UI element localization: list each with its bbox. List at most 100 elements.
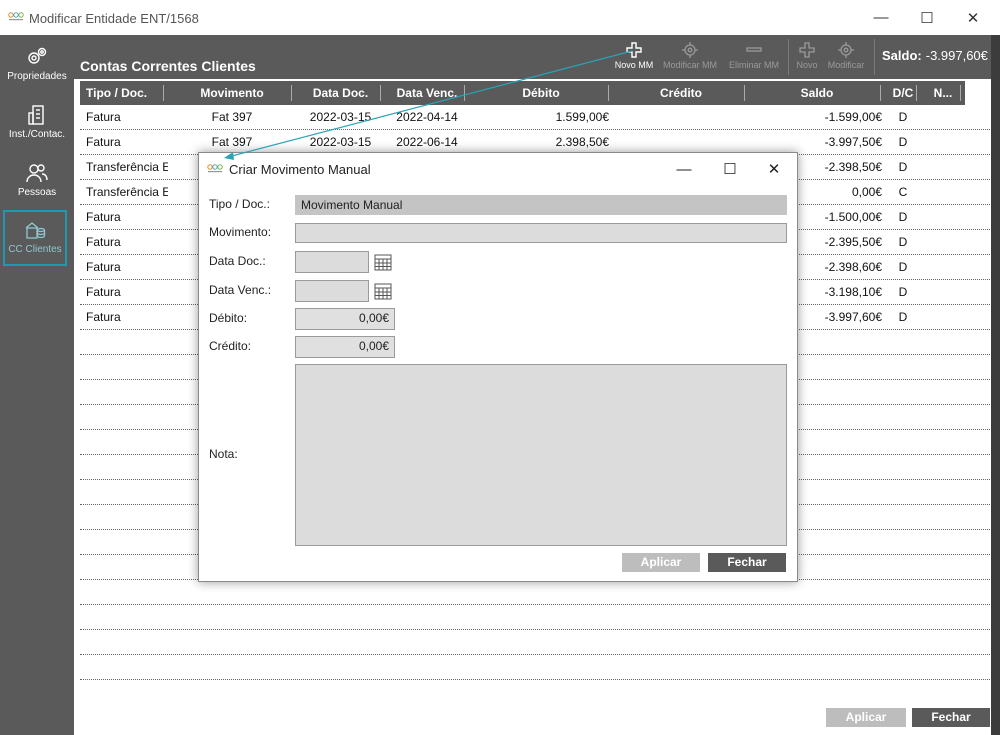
cell-dc: D [898,285,908,299]
sidebar: Propriedades Inst./Contac. Pessoas CC Cl… [0,35,74,735]
tipo-field: Movimento Manual [295,195,787,215]
table-row[interactable] [80,580,992,605]
main-header: Contas Correntes Clientes Novo MM Modifi… [74,35,1000,79]
gear-icon [838,42,854,58]
plus-icon [626,42,642,58]
close-icon[interactable]: ✕ [751,153,797,185]
app-logo-icon [207,164,223,173]
aplicar-button[interactable]: Aplicar [826,708,906,727]
sidebar-item-label: CC Clientes [8,244,62,255]
novo-mm-button[interactable]: Novo MM [610,39,658,77]
window-title: Modificar Entidade ENT/1568 [29,11,199,26]
table-row[interactable] [80,605,992,630]
movimento-field[interactable] [295,223,787,243]
cell-dc: D [898,210,908,224]
sidebar-item-pessoas[interactable]: Pessoas [0,155,74,211]
sidebar-item-propriedades[interactable]: Propriedades [0,39,74,95]
data-doc-label: Data Doc.: [209,254,266,268]
sidebar-item-cc-clientes[interactable]: CC Clientes [3,210,67,266]
minus-icon [746,47,762,52]
col-header-empty [965,81,992,105]
cell-dvenc: 2022-06-14 [396,135,458,149]
eliminar-mm-button[interactable]: Eliminar MM [724,39,784,77]
gear-cog-icon [28,47,47,64]
col-header-saldo[interactable]: Saldo [749,81,885,105]
plus-icon [799,42,815,58]
minimize-icon[interactable]: — [661,153,707,185]
credito-field[interactable]: 0,00€ [295,336,395,358]
col-header-dc[interactable]: D/C [885,81,921,105]
table-row[interactable]: Fatura Fat 397 2022-03-15 2022-04-14 1.599,0… [80,105,992,130]
criar-movimento-dialog: Criar Movimento Manual — ☐ ✕ Tipo / Doc.… [198,152,798,582]
cell-dc: D [898,235,908,249]
cell-dc: D [898,310,908,324]
col-header-credito[interactable]: Crédito [613,81,749,105]
background-window-edge [991,35,1000,735]
col-header-data-doc[interactable]: Data Doc. [296,81,385,105]
cell-tipo: Fatura [86,235,121,249]
dialog-title: Criar Movimento Manual [229,162,371,177]
fechar-button[interactable]: Fechar [912,708,990,727]
modificar-mm-button[interactable]: Modificar MM [660,39,720,77]
gear-icon [682,42,698,58]
debito-label: Débito: [209,311,248,325]
data-doc-field[interactable] [295,251,369,273]
cell-tipo: Transferência E [86,185,168,199]
tipo-label: Tipo / Doc.: [209,197,270,211]
nota-textarea[interactable] [295,364,787,546]
people-icon [26,164,48,183]
toolbar-divider [874,39,875,75]
cell-debito: 2.398,50€ [555,135,609,149]
cell-dvenc: 2022-04-14 [396,110,458,124]
dialog-aplicar-button[interactable]: Aplicar [622,553,700,572]
table-row[interactable] [80,655,992,680]
calendar-icon[interactable] [374,253,392,271]
col-header-data-venc[interactable]: Data Venc. [385,81,469,105]
cell-dc: D [898,260,908,274]
sidebar-item-label: Inst./Contac. [8,129,66,140]
nota-label: Nota: [209,447,238,461]
col-header-tipo[interactable]: Tipo / Doc. [80,81,168,105]
modificar-button[interactable]: Modificar [824,39,868,77]
cell-tipo: Fatura [86,110,121,124]
maximize-icon[interactable]: ☐ [707,153,753,185]
cell-tipo: Fatura [86,210,121,224]
novo-button[interactable]: Novo [790,39,824,77]
cell-tipo: Fatura [86,260,121,274]
toolbar-divider [788,39,789,75]
col-header-n[interactable]: N... [921,81,965,105]
app-logo-icon [8,12,24,21]
cell-tipo: Fatura [86,285,121,299]
close-icon[interactable]: ✕ [950,0,996,35]
cell-dc: D [898,135,908,149]
cell-mov: Fat 397 [211,135,253,149]
sidebar-item-label: Pessoas [17,187,57,198]
debito-field[interactable]: 0,00€ [295,308,395,330]
credito-label: Crédito: [209,339,252,353]
maximize-icon[interactable]: ☐ [904,0,950,35]
col-header-debito[interactable]: Débito [469,81,613,105]
data-venc-field[interactable] [295,280,369,302]
accounts-icon [25,222,46,239]
calendar-icon[interactable] [374,282,392,300]
sidebar-item-inst-contac[interactable]: Inst./Contac. [0,97,74,153]
table-row[interactable] [80,630,992,655]
cell-saldo: -1.599,00€ [824,110,882,124]
building-icon [28,105,44,125]
cell-dc: D [898,160,908,174]
minimize-icon[interactable]: — [858,0,904,35]
cell-tipo: Transferência E [86,160,168,174]
movimento-label: Movimento: [209,225,272,239]
sidebar-item-label: Propriedades [7,71,67,82]
dialog-fechar-button[interactable]: Fechar [708,553,786,572]
cell-tipo: Fatura [86,310,121,324]
cell-ddoc: 2022-03-15 [309,110,372,124]
saldo-value: -3.997,60€ [925,48,988,63]
col-header-movimento[interactable]: Movimento [168,81,296,105]
cell-saldo: -3.997,50€ [824,135,882,149]
page-title: Contas Correntes Clientes [80,58,256,74]
saldo-label: Saldo: [882,48,922,63]
cell-dc: D [898,110,908,124]
cell-mov: Fat 397 [211,110,253,124]
cell-tipo: Fatura [86,135,121,149]
